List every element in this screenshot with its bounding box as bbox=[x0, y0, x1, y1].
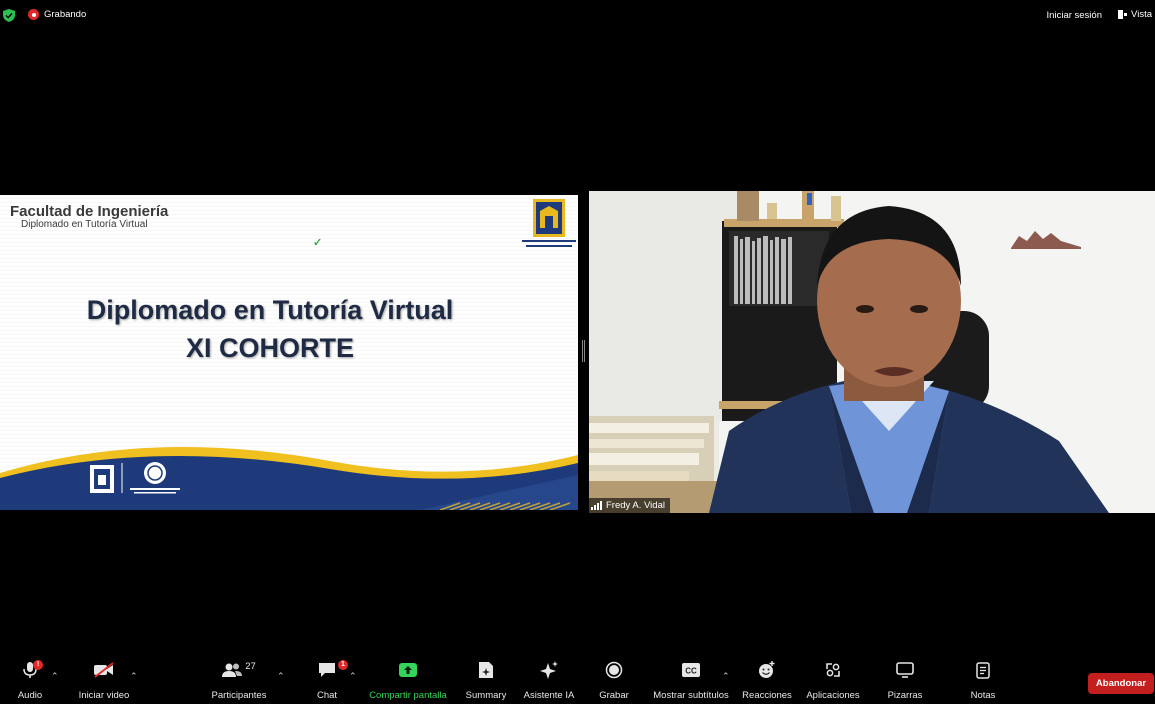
notes-button[interactable]: Notas bbox=[964, 658, 1002, 704]
captions-options-chevron-icon[interactable]: ⌃ bbox=[722, 671, 730, 682]
reactions-label: Reacciones bbox=[742, 690, 792, 701]
share-screen-button[interactable]: Compartir pantalla bbox=[366, 658, 450, 704]
participants-button[interactable]: 27 Participantes bbox=[208, 658, 270, 704]
closed-captions-icon: CC bbox=[682, 663, 700, 677]
share-screen-label: Compartir pantalla bbox=[369, 690, 447, 701]
meeting-toolbar: ! Audio ⌃ Iniciar video ⌃ 27 Participant… bbox=[0, 658, 1155, 704]
institution-logo bbox=[522, 199, 576, 247]
apps-icon bbox=[826, 663, 840, 677]
recording-label: Grabando bbox=[44, 9, 87, 20]
recording-indicator[interactable]: Grabando bbox=[28, 9, 86, 20]
checkmark-icon: ✓ bbox=[313, 237, 323, 249]
participant-video-tile[interactable]: Fredy A. Vidal bbox=[589, 191, 1155, 513]
slide-faculty-heading: Facultad de Ingeniería bbox=[10, 203, 169, 220]
chat-options-chevron-icon[interactable]: ⌃ bbox=[349, 671, 357, 682]
audio-warning-badge: ! bbox=[33, 660, 43, 670]
view-grid-icon bbox=[1118, 10, 1128, 19]
ai-assistant-button[interactable]: Asistente IA bbox=[520, 658, 578, 704]
chat-button[interactable]: 1 Chat bbox=[310, 658, 348, 704]
sparkle-icon bbox=[540, 661, 558, 679]
video-options-chevron-icon[interactable]: ⌃ bbox=[130, 671, 138, 682]
participant-name-tag: Fredy A. Vidal bbox=[589, 498, 670, 513]
top-bar: Grabando Iniciar sesión Vista bbox=[0, 0, 1155, 30]
whiteboard-icon bbox=[896, 662, 914, 678]
start-video-button[interactable]: Iniciar video bbox=[74, 658, 134, 704]
notes-icon bbox=[976, 662, 990, 679]
participants-label: Participantes bbox=[211, 690, 267, 701]
record-icon bbox=[605, 661, 623, 679]
audio-options-chevron-icon[interactable]: ⌃ bbox=[51, 671, 59, 682]
ai-assistant-label: Asistente IA bbox=[523, 690, 575, 701]
summary-button[interactable]: Summary bbox=[462, 658, 510, 704]
start-video-label: Iniciar video bbox=[78, 690, 130, 701]
signal-strength-icon bbox=[591, 501, 602, 510]
view-button[interactable]: Vista bbox=[1118, 9, 1152, 20]
smiley-plus-icon bbox=[759, 661, 775, 678]
summary-label: Summary bbox=[465, 690, 507, 701]
slide-program-subheading: Diplomado en Tutoría Virtual bbox=[21, 219, 148, 230]
participants-count: 27 bbox=[245, 660, 256, 672]
summary-document-icon bbox=[479, 662, 493, 678]
svg-text:CC: CC bbox=[685, 667, 697, 676]
participants-icon bbox=[222, 663, 243, 677]
captions-button[interactable]: CC Mostrar subtítulos bbox=[650, 658, 732, 704]
chat-unread-badge: 1 bbox=[338, 660, 348, 670]
participants-options-chevron-icon[interactable]: ⌃ bbox=[277, 671, 285, 682]
participant-video-frame bbox=[589, 191, 1155, 513]
apps-button[interactable]: Aplicaciones bbox=[804, 658, 862, 704]
signin-button[interactable]: Iniciar sesión bbox=[1047, 10, 1102, 21]
whiteboards-button[interactable]: Pizarras bbox=[882, 658, 928, 704]
share-screen-icon bbox=[399, 663, 417, 677]
record-label: Grabar bbox=[599, 690, 629, 701]
slide-title-line2: XI COHORTE bbox=[185, 333, 354, 363]
captions-label: Mostrar subtítulos bbox=[653, 690, 729, 701]
audio-label: Audio bbox=[17, 690, 43, 701]
apps-label: Aplicaciones bbox=[806, 690, 860, 701]
view-label: Vista bbox=[1131, 9, 1152, 20]
record-dot-icon bbox=[28, 9, 39, 20]
slide-title: Diplomado en Tutoría Virtual XI COHORTE bbox=[0, 291, 540, 367]
reactions-button[interactable]: Reacciones bbox=[740, 658, 794, 704]
leave-meeting-button[interactable]: Abandonar bbox=[1088, 673, 1154, 694]
split-view-resize-handle[interactable] bbox=[582, 340, 585, 362]
notes-label: Notas bbox=[970, 690, 996, 701]
shield-check-icon[interactable] bbox=[3, 9, 15, 22]
whiteboards-label: Pizarras bbox=[887, 690, 923, 701]
slide-footer-wave bbox=[0, 447, 578, 510]
slide-title-line1: Diplomado en Tutoría Virtual bbox=[86, 295, 454, 325]
audio-button[interactable]: ! Audio bbox=[10, 658, 50, 704]
video-off-icon bbox=[94, 662, 114, 678]
chat-bubble-icon bbox=[319, 663, 335, 677]
participant-name: Fredy A. Vidal bbox=[606, 500, 665, 511]
shared-screen-slide: Facultad de Ingeniería Diplomado en Tuto… bbox=[0, 195, 578, 510]
chat-label: Chat bbox=[316, 690, 338, 701]
record-button[interactable]: Grabar bbox=[594, 658, 634, 704]
